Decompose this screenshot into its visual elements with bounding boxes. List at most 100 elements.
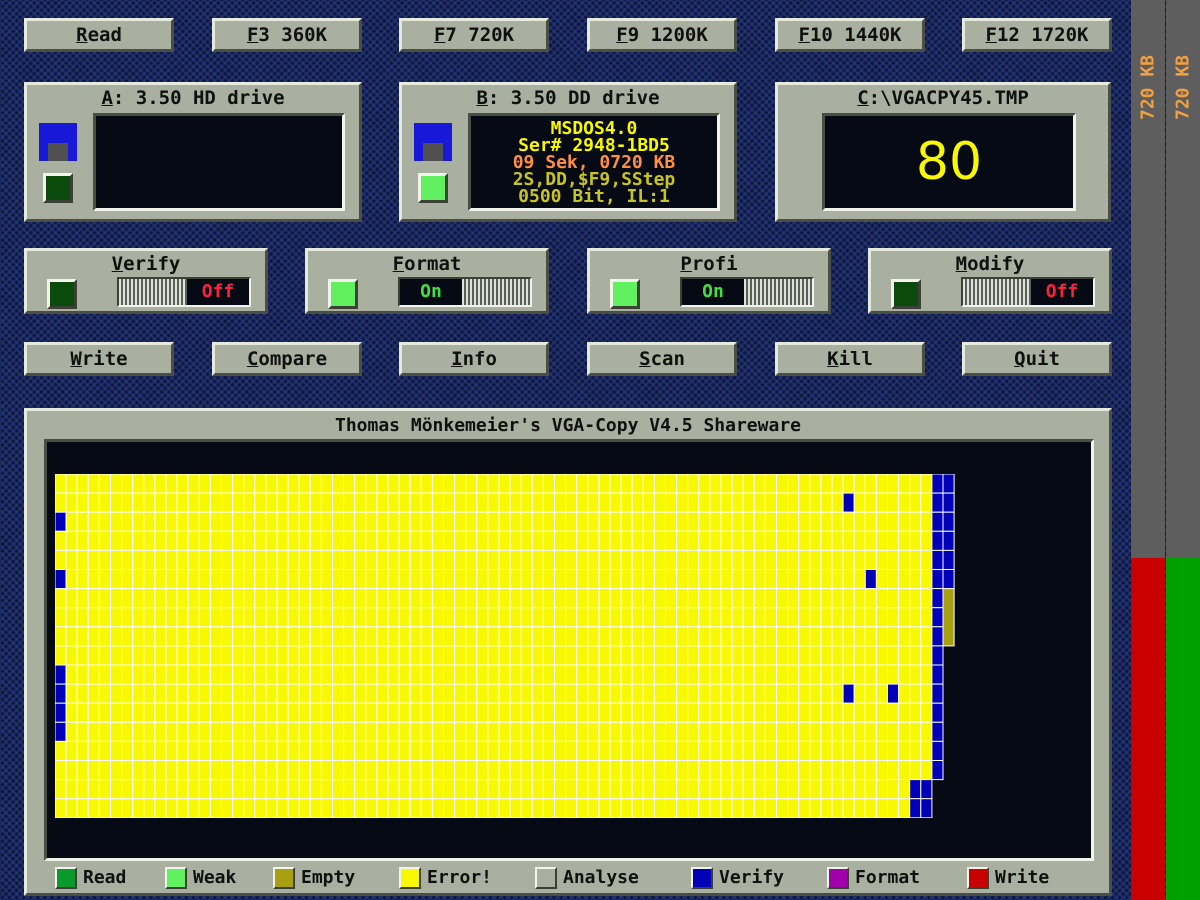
track-cell <box>776 530 789 551</box>
track-cell <box>354 683 367 704</box>
track-cell <box>55 626 67 647</box>
track-cell <box>798 779 811 800</box>
track-cell <box>665 549 678 571</box>
track-cell <box>110 721 123 742</box>
track-cell <box>198 740 211 761</box>
track-cell <box>443 511 456 532</box>
track-cell <box>653 511 667 532</box>
track-cell <box>653 760 667 781</box>
track-cell <box>98 626 112 647</box>
track-cell <box>809 683 822 704</box>
track-cell <box>354 626 367 647</box>
track-cell <box>753 721 766 742</box>
track-cell <box>931 549 944 571</box>
action-button-2[interactable]: Info <box>399 342 549 376</box>
track-cell <box>742 474 755 494</box>
track-cell <box>209 779 222 800</box>
track-cell <box>265 569 278 590</box>
track-cell <box>398 702 411 723</box>
track-cell <box>898 474 911 494</box>
track-cell <box>398 474 411 494</box>
track-cell <box>887 664 900 685</box>
format-size-button-2[interactable]: F7 720K <box>399 18 549 52</box>
track-cell <box>376 721 389 742</box>
format-size-button-1[interactable]: F3 360K <box>212 18 362 52</box>
track-cell <box>720 474 733 494</box>
action-button-4[interactable]: Kill <box>775 342 925 376</box>
track-cell <box>509 530 522 551</box>
track-cell <box>76 683 89 704</box>
track-cell <box>909 664 922 685</box>
track-cell <box>864 798 877 818</box>
option-toggle[interactable]: Off <box>117 277 251 307</box>
track-cell <box>409 511 422 532</box>
track-cell <box>154 530 167 551</box>
action-button-5[interactable]: Quit <box>962 342 1112 376</box>
track-cell <box>820 607 833 628</box>
track-cell <box>487 569 500 590</box>
track-cell <box>776 607 789 628</box>
track-cell <box>365 683 378 704</box>
track-cell <box>542 607 555 628</box>
track-cell <box>87 474 100 494</box>
track-cell <box>420 626 433 647</box>
track-cell <box>864 702 877 723</box>
track-cell <box>542 474 555 494</box>
track-cell <box>809 569 822 590</box>
track-cell <box>565 474 578 494</box>
track-cell <box>420 569 433 590</box>
track-cell <box>365 779 378 800</box>
track-cell <box>731 626 744 647</box>
track-cell <box>598 645 611 666</box>
track-cell <box>320 760 333 781</box>
track-cell <box>531 645 544 666</box>
track-cell <box>764 607 778 628</box>
track-cell <box>265 664 278 685</box>
track-cell <box>676 798 689 818</box>
drive-b-title[interactable]: B: 3.50 DD drive <box>402 87 734 109</box>
track-cell <box>787 721 800 742</box>
track-cell <box>176 511 189 532</box>
track-cell <box>509 779 522 800</box>
track-cell <box>731 607 744 628</box>
track-cell <box>764 549 778 571</box>
drive-c-title[interactable]: C:\VGACPY45.TMP <box>778 87 1108 109</box>
drive-a-title[interactable]: A: 3.50 HD drive <box>27 87 359 109</box>
track-cell <box>87 645 100 666</box>
action-button-0[interactable]: Write <box>24 342 174 376</box>
track-cell <box>542 664 555 685</box>
track-cell <box>431 798 444 818</box>
track-cell <box>809 474 822 494</box>
track-cell <box>320 664 333 685</box>
track-cell <box>443 569 456 590</box>
track-cell <box>498 664 511 685</box>
track-cell <box>887 588 900 609</box>
track-cell <box>121 645 134 666</box>
track-cell <box>320 607 333 628</box>
track-cell <box>332 702 345 723</box>
track-cell <box>265 683 278 704</box>
track-cell <box>787 683 800 704</box>
track-cell <box>209 760 222 781</box>
track-cell <box>87 588 100 609</box>
format-size-button-5[interactable]: F12 1720K <box>962 18 1112 52</box>
option-toggle[interactable]: On <box>680 277 814 307</box>
track-cell <box>232 474 245 494</box>
track-cell <box>276 588 289 609</box>
option-toggle[interactable]: On <box>398 277 532 307</box>
format-size-button-4[interactable]: F10 1440K <box>775 18 925 52</box>
track-cell <box>853 530 866 551</box>
format-size-button-0[interactable]: Read <box>24 18 174 52</box>
track-cell <box>554 664 567 685</box>
format-size-button-3[interactable]: F9 1200K <box>587 18 737 52</box>
track-cell <box>676 702 689 723</box>
action-button-3[interactable]: Scan <box>587 342 737 376</box>
track-cell <box>864 607 877 628</box>
track-cell <box>332 549 345 571</box>
action-button-1[interactable]: Compare <box>212 342 362 376</box>
track-cell <box>165 664 178 685</box>
option-toggle[interactable]: Off <box>961 277 1095 307</box>
track-cell <box>98 549 112 571</box>
track-cell <box>243 721 256 742</box>
track-cell <box>698 645 711 666</box>
